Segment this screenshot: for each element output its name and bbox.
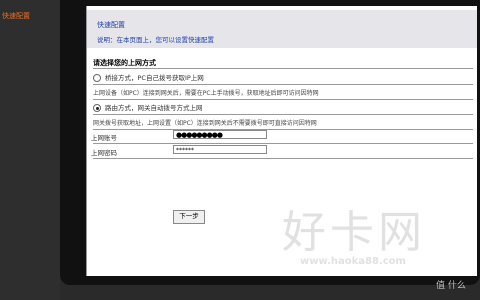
option-bridge-label: 桥接方式，PC自己拨号获取IP上网 [105, 74, 204, 82]
next-button[interactable]: 下一步 [173, 210, 205, 224]
section-title: 请选择您的上网方式 [93, 59, 156, 67]
option-router-label: 路由方式，网关自动拨号方式上网 [105, 104, 203, 112]
sidebar: 快速配置 [0, 0, 60, 300]
password-value: ****** [176, 147, 194, 154]
page-title: 快速配置 [97, 21, 125, 29]
divider [93, 114, 473, 115]
divider [93, 143, 473, 144]
watermark-url: www.haoka88.com [300, 256, 406, 267]
sidebar-item-quick-config[interactable]: 快速配置 [0, 8, 60, 24]
password-label: 上网密码 [91, 149, 117, 157]
radio-router[interactable] [93, 104, 101, 112]
option-router[interactable]: 路由方式，网关自动拨号方式上网 [93, 102, 203, 112]
account-field[interactable]: ●●●●●●●●● [173, 130, 267, 139]
page-description: 说明：在本页面上，您可以设置快速配置 [97, 36, 214, 44]
password-field[interactable]: ****** [173, 145, 267, 154]
divider [93, 129, 473, 130]
divider [93, 84, 473, 85]
divider [93, 158, 473, 159]
account-label: 上网账号 [91, 134, 117, 142]
watermark-logo: 好卡网 [282, 207, 426, 258]
radio-bridge[interactable] [93, 74, 101, 82]
option-router-description: 网关拨号获取地址，上网设置（如PC）连接到网关后不需要拨号即可直接访问因特网 [93, 120, 317, 127]
option-bridge[interactable]: 桥接方式，PC自己拨号获取IP上网 [93, 72, 204, 82]
account-value: ●●●●●●●●● [176, 131, 223, 139]
page-header: 快速配置 说明：在本页面上，您可以设置快速配置 [87, 10, 477, 48]
divider [93, 99, 473, 100]
option-bridge-description: 上网设备（如PC）连接到网关后，需要在PC上手动拨号，获取地址后即可访问因特网 [93, 90, 319, 97]
divider [93, 68, 473, 69]
watermark-corner: 值 什么 [436, 281, 466, 291]
